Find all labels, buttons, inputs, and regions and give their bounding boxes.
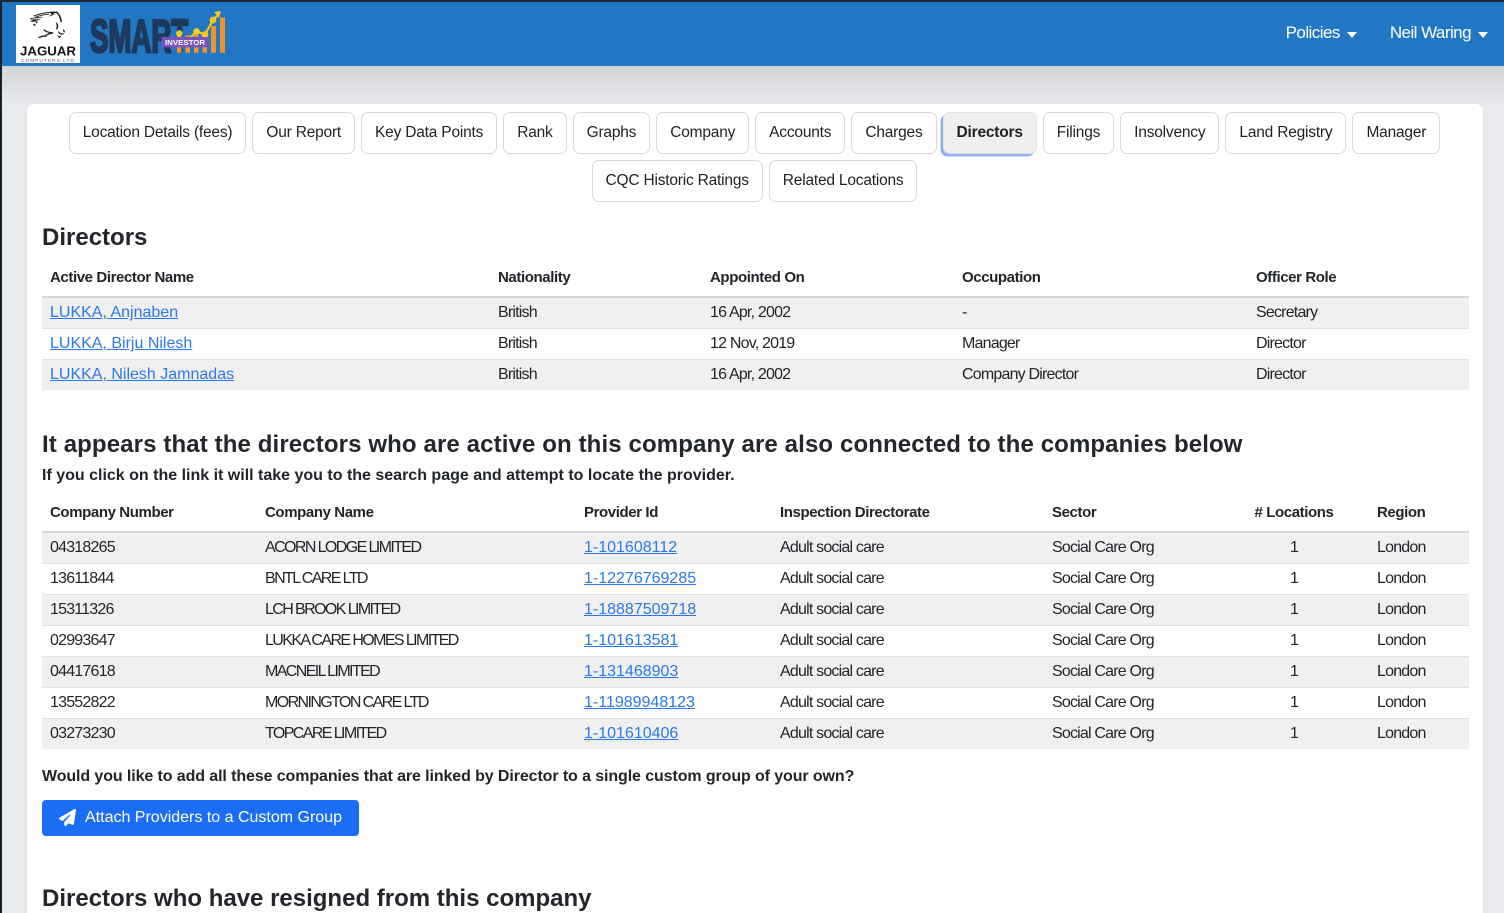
svg-text:INVESTOR: INVESTOR: [165, 38, 206, 47]
svg-text:COMPUTERS LTD: COMPUTERS LTD: [21, 58, 75, 63]
svg-text:SMART: SMART: [90, 12, 188, 58]
svg-text:JAGUAR: JAGUAR: [20, 44, 77, 59]
